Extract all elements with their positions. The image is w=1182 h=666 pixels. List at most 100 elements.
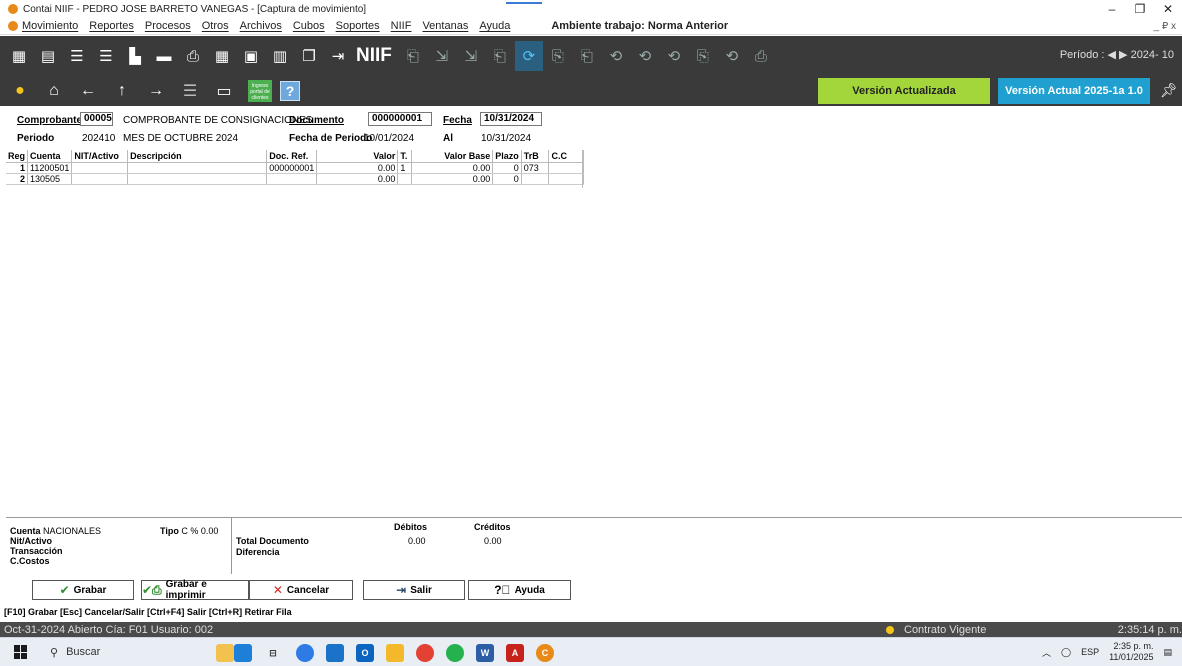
col-plazo[interactable]: Plazo — [492, 150, 522, 163]
cell-trb[interactable] — [521, 173, 550, 185]
tray-chevron-icon[interactable]: ︿ — [1042, 646, 1051, 659]
copy-doc-icon[interactable]: ❐ — [298, 45, 320, 67]
store-icon[interactable] — [326, 644, 344, 662]
cell-valor-base[interactable]: 0.00 — [411, 162, 494, 174]
col-valor[interactable]: Valor — [316, 150, 399, 163]
excel-icon[interactable]: ▣ — [240, 45, 262, 67]
list-check-icon[interactable]: ☰ — [66, 45, 88, 67]
grid-icon[interactable]: ▦ — [8, 45, 30, 67]
menu-soportes[interactable]: Soportes — [336, 20, 380, 32]
arrow-left-icon[interactable]: ← — [78, 81, 98, 101]
contai-icon[interactable]: C — [536, 644, 554, 662]
version-updated-button[interactable]: Versión Actualizada — [818, 78, 990, 104]
niif-sync-icon-4[interactable]: ⟲ — [721, 45, 743, 67]
menu-otros[interactable]: Otros — [202, 20, 229, 32]
clock[interactable]: 2:35 p. m. 11/01/2025 — [1109, 641, 1153, 663]
windows-start-icon[interactable] — [14, 645, 28, 659]
menu-procesos[interactable]: Procesos — [145, 20, 191, 32]
table-row[interactable]: 1 11200501 000000001 0.00 1 0.00 0 073 — [6, 162, 584, 174]
niif-export-icon-1[interactable]: ⇲ — [431, 45, 453, 67]
pin-icon[interactable]: 📌︎ — [1160, 82, 1178, 99]
list-icon[interactable]: ☰ — [180, 81, 200, 101]
niif-refresh-icon[interactable]: ⟳ — [514, 41, 543, 71]
menu-ventanas[interactable]: Ventanas — [422, 20, 468, 32]
version-current-button[interactable]: Versión Actual 2025-1a 1.0 — [998, 78, 1150, 104]
cell-doc-ref[interactable]: 000000001 — [266, 162, 318, 174]
niif-sync-icon-3[interactable]: ⟲ — [663, 45, 685, 67]
niif-doc-icon-5[interactable]: ⎘ — [692, 45, 714, 67]
users-icon[interactable]: ● — [10, 81, 30, 101]
menu-cubos[interactable]: Cubos — [293, 20, 325, 32]
cell-doc-ref[interactable] — [266, 173, 318, 185]
import-icon[interactable]: ⇥ — [327, 45, 349, 67]
menu-ayuda[interactable]: Ayuda — [479, 20, 510, 32]
salir-button[interactable]: ⇥ Salir — [363, 580, 465, 600]
cell-cc[interactable] — [548, 173, 584, 185]
cancelar-button[interactable]: ✕ Cancelar — [249, 580, 353, 600]
report-icon[interactable]: ▥ — [269, 45, 291, 67]
cell-descripcion[interactable] — [127, 162, 268, 174]
col-reg[interactable]: Reg — [6, 150, 29, 163]
cell-t[interactable]: 1 — [397, 162, 413, 174]
table-row[interactable]: 2 130505 0.00 0.00 0 — [6, 173, 584, 185]
maximize-button[interactable]: ❐ — [1126, 0, 1154, 18]
niif-button[interactable]: NIIF — [356, 45, 392, 67]
cell-trb[interactable]: 073 — [521, 162, 550, 174]
niif-doc-icon-1[interactable]: ⎗ — [402, 45, 424, 67]
folder-icon[interactable]: ▬ — [153, 45, 175, 67]
documento-field[interactable]: 000000001 — [368, 112, 432, 126]
cell-cuenta[interactable]: 11200501 — [27, 162, 73, 174]
file-explorer-icon[interactable] — [386, 644, 404, 662]
niif-doc-icon-3[interactable]: ⎘ — [547, 45, 569, 67]
mdi-controls[interactable]: _ ₽ x — [1154, 21, 1176, 32]
list-edit-icon[interactable]: ☰ — [95, 45, 117, 67]
niif-export-icon-2[interactable]: ⇲ — [460, 45, 482, 67]
word-icon[interactable]: W — [476, 644, 494, 662]
cell-cc[interactable] — [548, 162, 584, 174]
copilot-icon[interactable] — [296, 644, 314, 662]
niif-clipboard-icon[interactable]: ⎙ — [750, 45, 772, 67]
widgets-icon[interactable] — [216, 644, 234, 662]
minimize-button[interactable]: – — [1098, 0, 1126, 18]
arrow-right-icon[interactable]: → — [146, 81, 166, 101]
cell-cuenta[interactable]: 130505 — [27, 173, 73, 185]
calendar-icon[interactable]: ▤ — [37, 45, 59, 67]
calculator-icon[interactable]: ▦ — [211, 45, 233, 67]
pdf-icon[interactable]: A — [506, 644, 524, 662]
cell-nit[interactable] — [71, 162, 129, 174]
fecha-field[interactable]: 10/31/2024 — [480, 112, 542, 126]
col-descripcion[interactable]: Descripción — [127, 150, 268, 163]
col-valor-base[interactable]: Valor Base — [411, 150, 494, 163]
task-view-icon[interactable]: ⊟ — [264, 644, 282, 662]
notification-icon[interactable]: ▤ — [1163, 647, 1172, 658]
home-icon[interactable]: ⌂ — [44, 81, 64, 101]
comprobante-code-field[interactable]: 00005 — [80, 112, 113, 126]
col-cc[interactable]: C.C — [548, 150, 584, 163]
periodo-selector[interactable]: Período : ◀ ▶ 2024- 10 — [1060, 48, 1174, 61]
printer-icon[interactable]: ⎙ — [182, 45, 204, 67]
cell-valor-base[interactable]: 0.00 — [411, 173, 494, 185]
niif-doc-icon-2[interactable]: ⎗ — [489, 45, 511, 67]
ayuda-button[interactable]: ?⃞ Ayuda — [468, 580, 571, 600]
cell-nit[interactable] — [71, 173, 129, 185]
person-app-icon[interactable] — [234, 644, 252, 662]
col-t[interactable]: T. — [397, 150, 413, 163]
menu-movimiento[interactable]: Movimiento — [22, 20, 78, 32]
taskbar-search[interactable]: ⚲ Buscar — [50, 646, 100, 659]
whatsapp-icon[interactable] — [446, 644, 464, 662]
outlook-icon[interactable]: O — [356, 644, 374, 662]
menu-niif[interactable]: NIIF — [391, 20, 412, 32]
niif-doc-icon-4[interactable]: ⎗ — [576, 45, 598, 67]
lang-indicator[interactable]: ESP — [1081, 647, 1099, 657]
col-doc-ref[interactable]: Doc. Ref. — [266, 150, 318, 163]
app-menu-icon[interactable] — [8, 21, 18, 31]
portal-clientes-button[interactable]: Ingreso portal de clientes — [248, 80, 272, 102]
cell-valor[interactable]: 0.00 — [316, 173, 399, 185]
col-nit[interactable]: NIT/Activo — [71, 150, 129, 163]
chrome-icon[interactable] — [416, 644, 434, 662]
cell-t[interactable] — [397, 173, 413, 185]
menu-archivos[interactable]: Archivos — [240, 20, 282, 32]
cell-descripcion[interactable] — [127, 173, 268, 185]
menu-reportes[interactable]: Reportes — [89, 20, 134, 32]
window-icon[interactable]: ▭ — [214, 81, 234, 101]
